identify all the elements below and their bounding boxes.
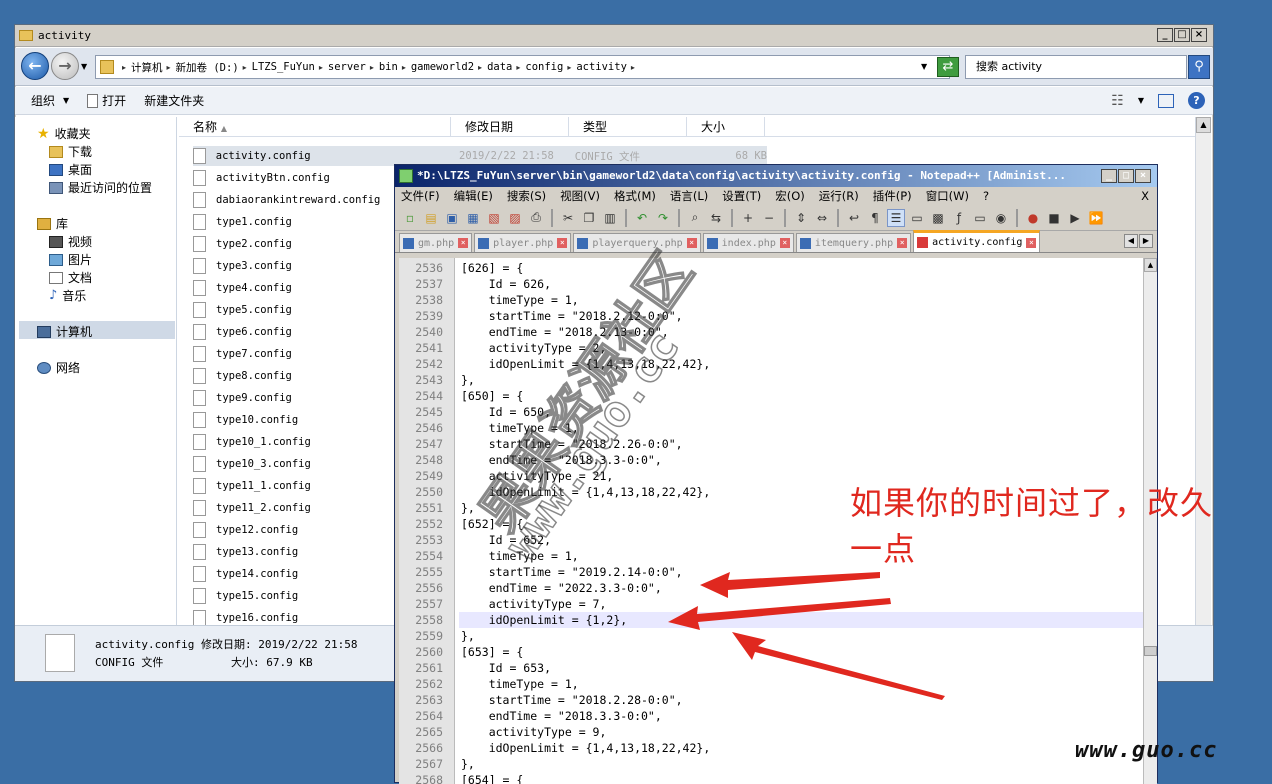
annotation-line2: 一点 bbox=[850, 530, 917, 568]
arrow-block bbox=[732, 632, 945, 700]
site-watermark: www.guo.cc bbox=[1075, 738, 1218, 763]
annotation-line1: 如果你的时间过了，改久 bbox=[850, 484, 1214, 522]
arrow-idopenlimit bbox=[668, 598, 891, 630]
annotation-arrows bbox=[668, 572, 945, 700]
arrow-endtime bbox=[700, 572, 880, 598]
